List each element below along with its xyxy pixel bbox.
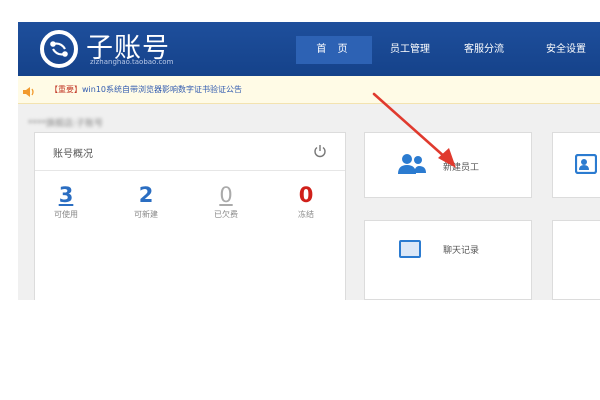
stat-creatable-label: 可新建 [134,210,158,219]
tile-third[interactable] [552,132,600,198]
stat-creatable: 2 可新建 [121,183,171,220]
stat-overdue-value: 0 [219,183,233,207]
speaker-icon [22,83,36,102]
stat-overdue[interactable]: 0 已欠费 [201,183,251,220]
app-subtitle: zizhanghao.taobao.com [90,58,174,66]
nav-home[interactable]: 首 页 [296,36,372,64]
stat-creatable-value: 2 [138,183,154,207]
stat-frozen-value: 0 [298,183,314,207]
tile-chat-log-label: 聊天记录 [443,246,480,256]
stat-frozen-label: 冻结 [298,210,314,219]
stat-available[interactable]: 3 可使用 [41,183,91,220]
notice-link[interactable]: 【重要】win10系统自带浏览器影响数字证书验证公告 [50,84,242,95]
power-icon[interactable] [313,143,327,162]
logo-icon [40,30,78,68]
nav-service-routing[interactable]: 客服分流 [464,36,504,64]
stat-overdue-label: 已欠费 [214,210,238,219]
nav-security-settings[interactable]: 安全设置 [546,36,586,64]
nav-staff-management[interactable]: 员工管理 [390,36,430,64]
notice-tag: 【重要】 [50,85,82,94]
app-window: 子账号 zizhanghao.taobao.com 首 页 员工管理 客服分流 … [18,22,600,300]
stat-available-label: 可使用 [54,210,78,219]
stat-available-value: 3 [58,183,74,207]
notice-bar: 【重要】win10系统自带浏览器影响数字证书验证公告 [18,76,600,104]
overview-title: 账号概况 [53,149,93,160]
notice-text: win10系统自带浏览器影响数字证书验证公告 [82,85,243,94]
overview-card: 账号概况 3 可使用 2 可新建 0 已欠费 0 冻结 [34,132,346,300]
tile-fourth[interactable] [552,220,600,300]
account-name: ****旗舰店:子账号 [28,119,104,129]
overview-card-header: 账号概况 [35,133,345,171]
stat-frozen: 0 冻结 [281,183,331,220]
annotation-arrow [372,92,456,168]
id-card-icon [574,153,598,178]
chat-log-icon [399,240,421,262]
tile-chat-log[interactable]: 聊天记录 [364,220,532,300]
top-header: 子账号 zizhanghao.taobao.com 首 页 员工管理 客服分流 … [18,22,600,76]
